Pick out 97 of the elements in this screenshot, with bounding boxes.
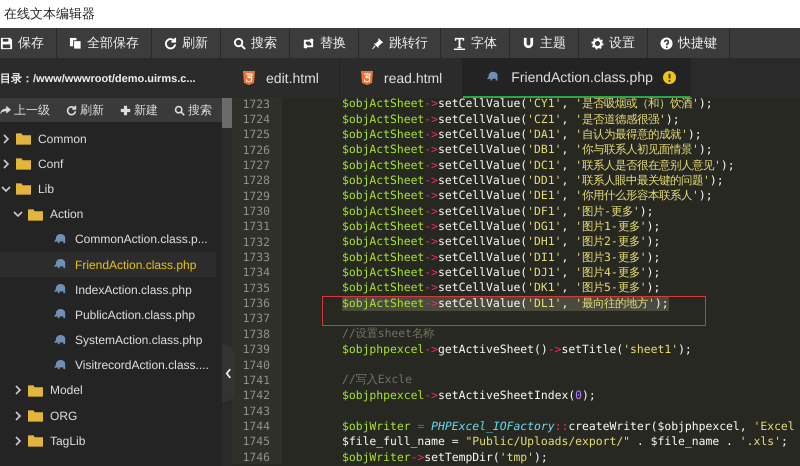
- line-number: 1733: [232, 249, 282, 265]
- sidebar-action-button[interactable]: 新建: [116, 98, 162, 122]
- scrollbar-thumb[interactable]: [222, 98, 232, 128]
- toolbar-button[interactable]: 保存: [0, 28, 57, 58]
- tree-item[interactable]: PublicAction.class.php: [0, 302, 222, 328]
- pin-icon: [371, 36, 384, 50]
- folder-icon: [28, 208, 43, 221]
- magnet-icon: [522, 36, 535, 50]
- code-line: $objActSheet->setCellValue('DH1', '图片2-更多');: [342, 234, 660, 250]
- gear-icon: [591, 36, 604, 50]
- tree-item[interactable]: Common: [0, 126, 222, 152]
- code-line: $objphpexcel->getActiveSheet()->setTitle('sheet1');: [342, 342, 692, 356]
- plus-icon: [120, 104, 131, 116]
- line-number: 1728: [232, 172, 282, 188]
- line-number: 1736: [232, 295, 282, 311]
- code-line: $objActSheet->setCellValue('DC1', '联系人是否很在意别人意见');: [342, 158, 735, 173]
- line-number: 1739: [232, 342, 282, 357]
- save-icon: [0, 36, 13, 50]
- code-line: $objActSheet->setCellValue('DB1', '你与联系人初见面情景');: [342, 142, 713, 158]
- line-number: 1725: [232, 126, 282, 142]
- html5-icon: [360, 71, 374, 85]
- html5-icon: [242, 71, 256, 85]
- chevron-right-icon: [13, 410, 23, 421]
- tree-item[interactable]: FriendAction.class.php: [0, 252, 216, 278]
- line-number: 1732: [232, 234, 282, 250]
- folder-icon: [28, 384, 43, 397]
- code-line: $objWriter->setTempDir('tmp');: [342, 450, 548, 464]
- file-tab[interactable]: FriendAction.class.php: [463, 58, 691, 98]
- chevron-right-icon: [13, 385, 23, 396]
- tree-item[interactable]: Lib: [0, 176, 222, 202]
- sidebar-action-button[interactable]: 刷新: [62, 98, 108, 122]
- tree-item[interactable]: Model: [0, 378, 222, 404]
- help-icon: [660, 36, 673, 50]
- refresh-icon: [164, 36, 177, 50]
- code-line: //设置sheet名称: [342, 326, 434, 342]
- line-number: 1726: [232, 142, 282, 158]
- code-line: $objActSheet->setCellValue('DI1', '图片3-更多');: [342, 250, 660, 265]
- line-number: 1746: [232, 448, 282, 464]
- code-line: $objActSheet->setCellValue('DA1', '自认为最得意的成就');: [342, 126, 702, 142]
- line-number: 1737: [232, 310, 282, 326]
- window-title: 在线文本编辑器: [4, 6, 95, 23]
- line-number: 1724: [232, 111, 282, 127]
- code-line: //写入Excle: [342, 372, 412, 388]
- chevron-right-icon: [13, 436, 23, 446]
- chevron-right-icon: [1, 158, 11, 169]
- sidebar-action-button[interactable]: 上一级: [0, 98, 54, 122]
- line-number: 1738: [232, 326, 282, 342]
- code-line: $objphpexcel->setActiveSheetIndex(0);: [342, 388, 596, 402]
- line-number: 1745: [232, 434, 282, 449]
- code-line: $objActSheet->setCellValue('DE1', '你用什么形容本联系人');: [342, 188, 713, 204]
- tree-item[interactable]: TagLib: [0, 428, 222, 454]
- code-line: $objActSheet->setCellValue('CY1', '是否吸烟或（和）饮酒');: [342, 98, 713, 112]
- folder-icon: [16, 182, 31, 196]
- folder-icon: [16, 132, 31, 146]
- line-number: 1731: [232, 218, 282, 234]
- line-number: 1729: [232, 188, 282, 204]
- chevron-right-icon: [1, 134, 11, 144]
- code-line: $objActSheet->setCellValue('DG1', '图片1-更多');: [342, 218, 660, 234]
- search-icon: [233, 36, 246, 50]
- code-line: $file_full_name = "Public/Uploads/export/" . $file_name . '.xls';: [342, 434, 788, 448]
- chevron-down-icon: [13, 209, 23, 220]
- code-line: $objActSheet->setCellValue('CZ1', '是否道德感很强');: [342, 112, 680, 127]
- chevron-down-icon: [1, 184, 11, 194]
- tree-item[interactable]: ORG: [0, 403, 222, 428]
- directory-path: 目录：/www/wwwroot/demo.uirms.c...: [0, 72, 196, 86]
- sidebar-action-button[interactable]: 搜索: [170, 98, 216, 122]
- share-icon: [0, 104, 11, 116]
- line-number: 1742: [232, 388, 282, 403]
- refresh-icon: [66, 104, 77, 116]
- code-line: $objActSheet->setCellValue('DF1', '图片-更多');: [342, 204, 654, 219]
- line-number: 1723: [232, 98, 282, 112]
- chevron-left-icon: [225, 368, 232, 378]
- replace-icon: [302, 36, 315, 50]
- copy-icon: [69, 36, 82, 50]
- line-number: 1743: [232, 402, 282, 418]
- code-line: $objWriter = PHPExcel_IOFactory::createWriter($objphpexcel, 'Excel: [342, 418, 795, 433]
- line-number: 1727: [232, 157, 282, 173]
- line-number: 1741: [232, 372, 282, 388]
- tree-item[interactable]: Action: [0, 202, 222, 227]
- code-line: $objActSheet->setCellValue('DJ1', '图片4-更多');: [342, 264, 660, 280]
- line-number: 1730: [232, 203, 282, 219]
- folder-icon: [28, 434, 43, 448]
- line-number: 1734: [232, 264, 282, 280]
- tree-item[interactable]: Conf: [0, 151, 222, 176]
- font-icon: [453, 36, 466, 50]
- search-icon: [174, 104, 185, 116]
- collapse-handle[interactable]: [222, 344, 235, 402]
- tree-item[interactable]: VisitrecordAction.class....: [0, 352, 222, 378]
- folder-icon: [28, 409, 43, 422]
- line-number: 1735: [232, 280, 282, 296]
- tree-item[interactable]: IndexAction.class.php: [0, 277, 222, 302]
- line-number: 1744: [232, 418, 282, 434]
- folder-icon: [16, 157, 31, 170]
- code-line: $objActSheet->setCellValue('DK1', '图片5-更多');: [342, 280, 660, 296]
- tree-item[interactable]: CommonAction.class.p...: [0, 226, 222, 252]
- tree-item[interactable]: SystemAction.class.php: [0, 328, 222, 353]
- code-line: $objActSheet->setCellValue('DD1', '联系人眼中最关键的问题');: [342, 172, 724, 188]
